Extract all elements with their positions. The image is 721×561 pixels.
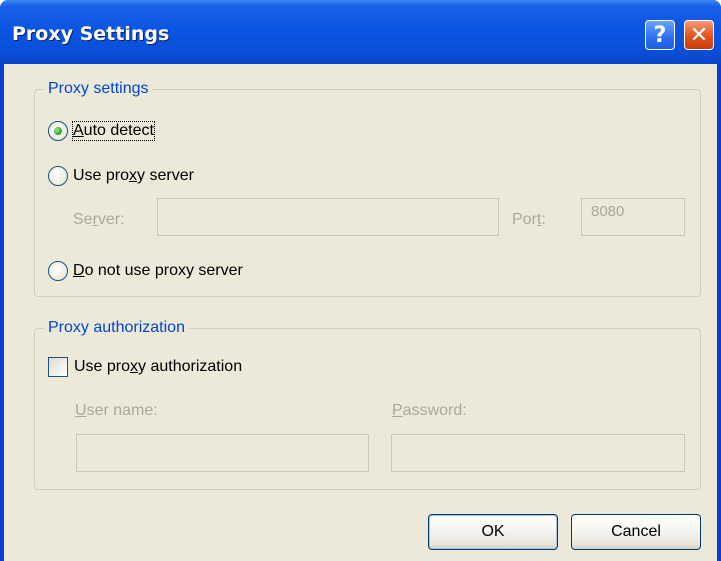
use-proxy-server-label[interactable]: Use proxy server <box>73 167 194 185</box>
use-proxy-authorization-checkbox[interactable]: Use proxy authorization <box>48 355 242 379</box>
proxy-authorization-group-title: Proxy authorization <box>44 318 189 338</box>
no-proxy-radio-circle[interactable] <box>48 261 68 281</box>
use-proxy-server-radio-circle[interactable] <box>48 166 68 186</box>
port-label: Port: <box>512 211 546 228</box>
server-input[interactable] <box>157 198 499 236</box>
ok-button[interactable]: OK <box>428 514 558 550</box>
help-icon: ? <box>653 22 667 48</box>
username-input[interactable] <box>76 434 369 472</box>
proxy-settings-group: Proxy settings Auto detect Use proxy ser… <box>34 79 701 297</box>
window-title: Proxy Settings <box>12 23 170 45</box>
radio-selected-dot <box>54 127 62 135</box>
port-input[interactable]: 8080 <box>581 198 685 236</box>
auto-detect-radio[interactable]: Auto detect <box>48 119 155 143</box>
auto-detect-label[interactable]: Auto detect <box>72 121 155 141</box>
close-button[interactable]: ✕ <box>684 20 714 50</box>
cancel-button[interactable]: Cancel <box>571 514 701 550</box>
username-label: User name: <box>75 402 158 419</box>
no-proxy-label[interactable]: Do not use proxy server <box>73 262 243 280</box>
no-proxy-radio[interactable]: Do not use proxy server <box>48 259 243 283</box>
use-proxy-authorization-box[interactable] <box>48 357 68 377</box>
title-bar[interactable]: Proxy Settings ? ✕ <box>0 0 721 64</box>
auto-detect-radio-circle[interactable] <box>48 121 68 141</box>
server-label: Server: <box>73 211 125 228</box>
dialog-body: Proxy settings Auto detect Use proxy ser… <box>4 64 717 561</box>
password-input[interactable] <box>391 434 685 472</box>
use-proxy-authorization-label[interactable]: Use proxy authorization <box>74 358 242 376</box>
password-label: Password: <box>392 402 467 419</box>
proxy-authorization-group: Proxy authorization Use proxy authorizat… <box>34 318 701 490</box>
proxy-settings-group-title: Proxy settings <box>44 79 153 99</box>
use-proxy-server-radio[interactable]: Use proxy server <box>48 164 194 188</box>
help-button[interactable]: ? <box>645 20 675 50</box>
close-icon: ✕ <box>689 22 709 48</box>
proxy-settings-dialog: Proxy Settings ? ✕ Proxy settings Auto d… <box>0 0 721 561</box>
